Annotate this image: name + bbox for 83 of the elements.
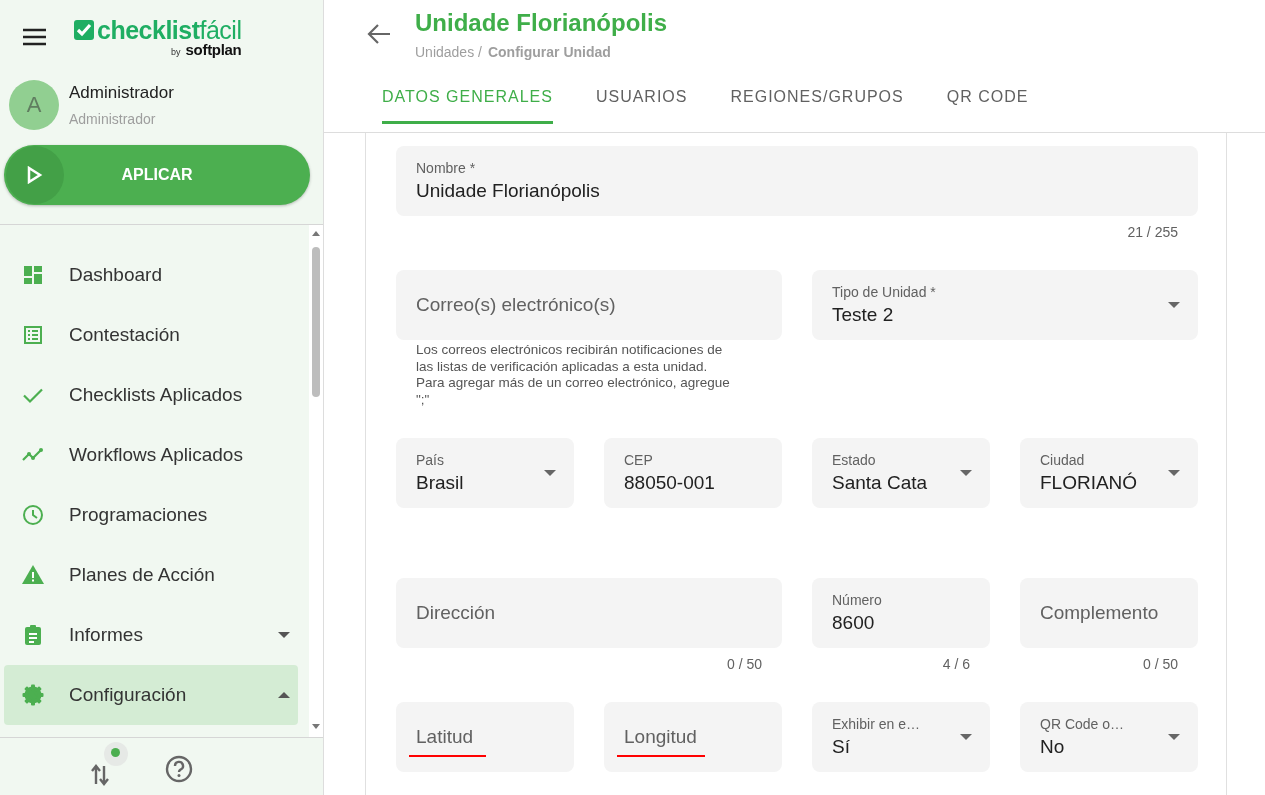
field-label: Número (832, 592, 882, 608)
nav-item[interactable]: Informes (4, 605, 298, 665)
field-label: Longitud (624, 726, 697, 748)
input-field[interactable]: Latitud (396, 702, 574, 772)
scroll-down-icon[interactable] (312, 724, 320, 729)
tab[interactable]: QR CODE (946, 82, 1029, 124)
nav-item[interactable]: Programaciones (4, 485, 298, 545)
list-icon (21, 323, 45, 347)
menu-icon (22, 27, 47, 47)
play-icon (27, 166, 43, 184)
nav-item[interactable]: Checklists Aplicados (4, 365, 298, 425)
field-value: FLORIANÓ (1040, 472, 1138, 494)
dropdown-caret-icon (960, 734, 972, 740)
back-arrow-icon (367, 23, 391, 45)
field-label: Ciudad (1040, 452, 1085, 468)
field-label: Tipo de Unidad * (832, 284, 936, 300)
character-counter: 21 / 255 (1127, 224, 1178, 240)
dropdown-caret-icon (1168, 302, 1180, 308)
back-button[interactable] (366, 23, 392, 45)
tab[interactable]: USUARIOS (595, 82, 688, 124)
field-value: 8600 (832, 612, 875, 634)
clock-icon (21, 503, 45, 527)
logo-maker: softplan (185, 41, 242, 58)
field-value: Sí (832, 736, 850, 758)
scrollbar-thumb[interactable] (312, 247, 320, 397)
input-field[interactable]: Nombre * Unidade Florianópolis (396, 146, 1198, 216)
select-field[interactable]: Exhibir en e… Sí (812, 702, 990, 772)
nav-item[interactable]: Planes de Acción (4, 545, 298, 605)
select-field[interactable]: Estado Santa Cata (812, 438, 990, 508)
field-value: Brasil (416, 472, 464, 494)
character-counter: 0 / 50 (1142, 656, 1178, 672)
input-field[interactable]: CEP 88050-001 (604, 438, 782, 508)
warning-icon (21, 563, 45, 587)
nav-item[interactable]: Workflows Aplicados (4, 425, 298, 485)
scrollbar[interactable] (309, 225, 323, 737)
input-field[interactable]: Dirección (396, 578, 782, 648)
dropdown-caret-icon (1168, 470, 1180, 476)
nav-item[interactable]: Contestación (4, 305, 298, 365)
input-field[interactable]: Correo(s) electrónico(s) (396, 270, 782, 340)
menu-button[interactable] (22, 27, 47, 47)
logo-wordmark: checklistfácil (97, 17, 242, 43)
field-label: País (416, 452, 444, 468)
field-label: Exhibir en e… (832, 716, 920, 732)
nav-item[interactable]: Dashboard (4, 245, 298, 305)
dropdown-caret-icon (960, 470, 972, 476)
dropdown-caret-icon (544, 470, 556, 476)
help-icon (165, 755, 193, 783)
select-field[interactable]: País Brasil (396, 438, 574, 508)
field-label: Correo(s) electrónico(s) (416, 294, 616, 316)
field-value: Teste 2 (832, 304, 894, 326)
input-field[interactable]: Complemento (1020, 578, 1198, 648)
field-label: QR Code o… (1040, 716, 1125, 732)
checkbox-logo-icon (73, 19, 95, 41)
field-value: Santa Cata (832, 472, 928, 494)
settings-icon (21, 683, 45, 707)
field-label: Latitud (416, 726, 474, 748)
tab[interactable]: REGIONES/GRUPOS (730, 82, 904, 124)
input-field[interactable]: Número 8600 (812, 578, 990, 648)
input-field[interactable]: Longitud (604, 702, 782, 772)
select-field[interactable]: Ciudad FLORIANÓ (1020, 438, 1198, 508)
logo-by-text: by (171, 47, 181, 57)
user-name: Administrador (69, 83, 174, 103)
helper-text: Los correos electrónicos recibirán notificaciones de las listas de verificación aplicadas a esta unidad. Para agregar más de un correo electrónico, agregue ";" (416, 342, 731, 408)
breadcrumb-item: Configurar Unidad (487, 44, 611, 60)
field-label: Complemento (1040, 602, 1159, 624)
field-value: 88050-001 (624, 472, 715, 494)
field-value: Unidade Florianópolis (416, 180, 600, 202)
field-label: Estado (832, 452, 876, 468)
character-counter: 4 / 6 (942, 656, 970, 672)
scroll-up-icon[interactable] (312, 231, 320, 236)
page-title: Unidade Florianópolis (415, 8, 667, 38)
field-value: No (1040, 736, 1065, 758)
nav-item[interactable]: Configuración (4, 665, 298, 725)
field-label: Nombre * (416, 160, 476, 176)
dashboard-icon (21, 263, 45, 287)
dropdown-caret-icon (1168, 734, 1180, 740)
field-label: Dirección (416, 602, 496, 624)
select-field[interactable]: Tipo de Unidad * Teste 2 (812, 270, 1198, 340)
field-label: CEP (624, 452, 653, 468)
avatar: A (9, 80, 59, 130)
character-counter: 0 / 50 (726, 656, 762, 672)
user-role: Administrador (69, 111, 157, 127)
select-field[interactable]: QR Code o… No (1020, 702, 1198, 772)
